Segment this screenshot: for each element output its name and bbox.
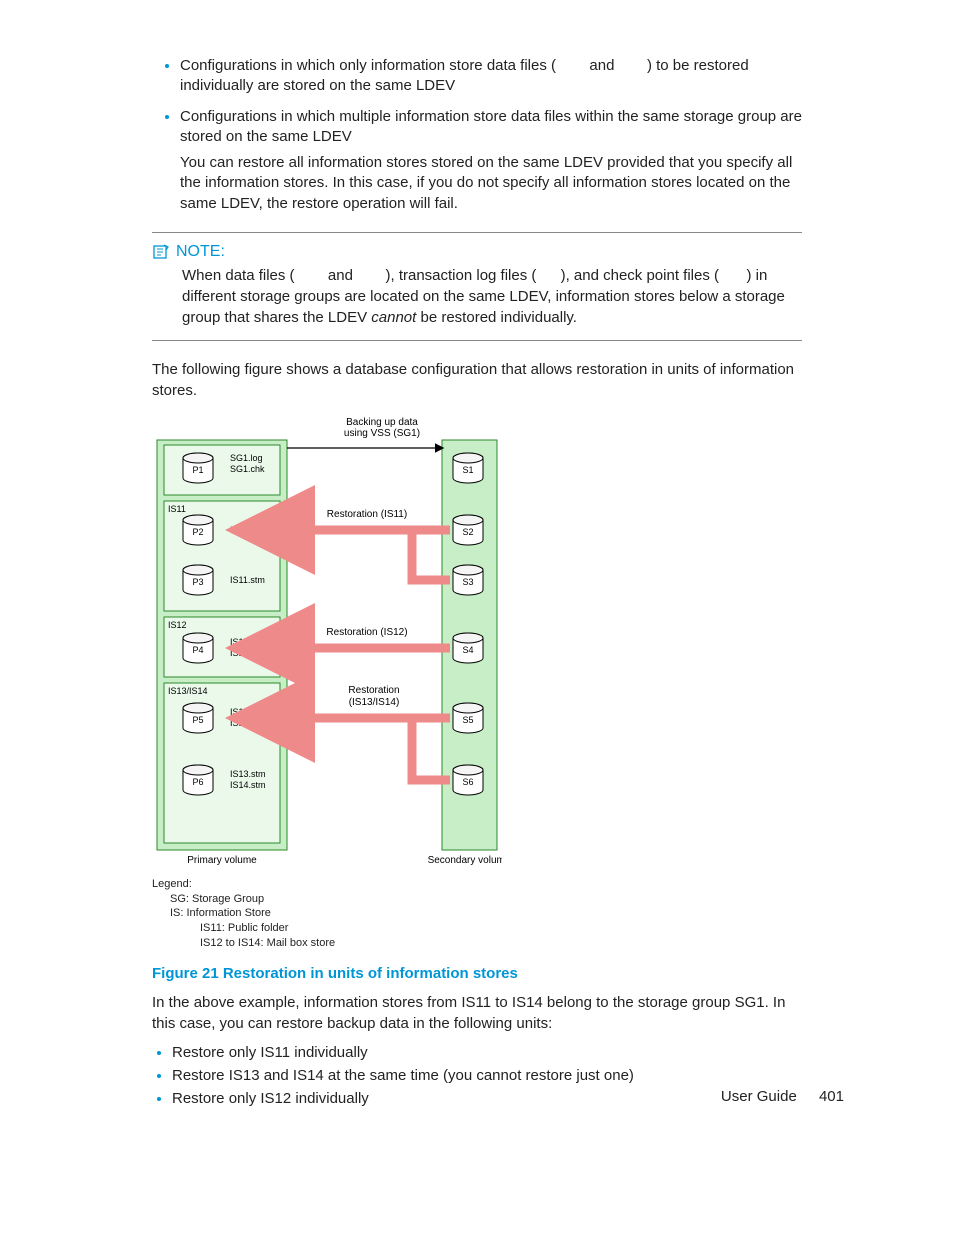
secondary-vol-label: Secondary volume (428, 855, 502, 866)
note-heading: NOTE: (152, 243, 802, 261)
file: IS13.stm (230, 769, 266, 779)
legend-item: IS: Information Store (152, 906, 502, 921)
drum-s2: S2 (462, 527, 473, 537)
backup-label-2: using VSS (SG1) (344, 428, 420, 439)
file: IS11.edb (230, 525, 265, 535)
drum-s1: S1 (462, 465, 473, 475)
restore-is1314-l2: (IS13/IS14) (349, 697, 400, 708)
italic: cannot (371, 309, 416, 326)
page: Configurations in which only information… (0, 0, 954, 1153)
restore-is1314-l1: Restoration (348, 685, 399, 696)
text: and (585, 57, 618, 74)
drum-s3: S3 (462, 577, 473, 587)
t: ), transaction log files ( (385, 267, 536, 284)
legend: Legend: SG: Storage Group IS: Informatio… (152, 877, 502, 951)
drum-p3: P3 (192, 577, 203, 587)
bullet-1: Configurations in which only information… (180, 56, 802, 97)
drum-p4: P4 (192, 645, 203, 655)
drum-s6: S6 (462, 777, 473, 787)
page-number: 401 (819, 1088, 844, 1105)
t: and (324, 267, 357, 284)
is1314-label: IS13/IS14 (168, 686, 208, 696)
file: IS11.stm (230, 575, 265, 585)
file: SG1.chk (230, 464, 265, 474)
t: ), and check point files ( (561, 267, 719, 284)
ext-stm: .stm (619, 57, 647, 74)
ext-edb: .edb (556, 57, 585, 74)
text: Configurations in which only information… (180, 57, 556, 74)
diagram: Backing up data using VSS (SG1) SG1 P1 S… (152, 415, 502, 951)
figure-caption: Figure 21 Restoration in units of inform… (152, 965, 802, 982)
legend-item: IS11: Public folder (152, 921, 502, 936)
note-body: When data files (.edb and .stm), transac… (152, 265, 802, 328)
text: Configurations in which multiple informa… (180, 108, 802, 145)
ext: .chk (719, 267, 747, 284)
t: be restored individually. (416, 309, 577, 326)
file: IS13.edb (230, 707, 266, 717)
t: When data files ( (182, 267, 295, 284)
drum-p2: P2 (192, 527, 203, 537)
restore-units-list: Restore only IS11 individually Restore I… (152, 1044, 802, 1107)
list-item: Restore only IS11 individually (172, 1044, 802, 1061)
footer: User Guide 401 (721, 1088, 844, 1105)
ext: .log (536, 267, 560, 284)
is12-label: IS12 (168, 620, 187, 630)
list-item: Restore only IS12 individually (172, 1090, 802, 1107)
list-item: Restore IS13 and IS14 at the same time (… (172, 1067, 802, 1084)
file: IS14.edb (230, 718, 266, 728)
file: IS12.edb (230, 637, 266, 647)
bullet-2: Configurations in which multiple informa… (180, 107, 802, 214)
note-block: NOTE: When data files (.edb and .stm), t… (152, 232, 802, 341)
after-figure-paragraph: In the above example, information stores… (152, 992, 802, 1034)
intro-paragraph: The following figure shows a database co… (152, 359, 802, 401)
legend-item: IS12 to IS14: Mail box store (152, 936, 502, 951)
ext: .edb (295, 267, 324, 284)
ext: .stm (357, 267, 385, 284)
backup-label-1: Backing up data (346, 417, 418, 428)
file: IS12.stm (230, 648, 266, 658)
config-bullets: Configurations in which only information… (152, 56, 802, 214)
drum-p6: P6 (192, 777, 203, 787)
diagram-svg: Backing up data using VSS (SG1) SG1 P1 S… (152, 415, 502, 875)
restore-is12: Restoration (IS12) (326, 627, 407, 638)
note-icon (152, 243, 170, 261)
restore-is11: Restoration (IS11) (327, 509, 407, 520)
file: IS14.stm (230, 780, 266, 790)
drum-s4: S4 (462, 645, 473, 655)
note-label: NOTE: (176, 243, 225, 261)
drum-p5: P5 (192, 715, 203, 725)
drum-p1: P1 (192, 465, 203, 475)
footer-title: User Guide (721, 1088, 797, 1105)
is11-label: IS11 (168, 504, 186, 514)
drum-s5: S5 (462, 715, 473, 725)
primary-vol-label: Primary volume (187, 855, 257, 866)
legend-title: Legend: (152, 877, 502, 892)
file: SG1.log (230, 453, 263, 463)
sub-paragraph: You can restore all information stores s… (180, 153, 802, 214)
legend-item: SG: Storage Group (152, 892, 502, 907)
